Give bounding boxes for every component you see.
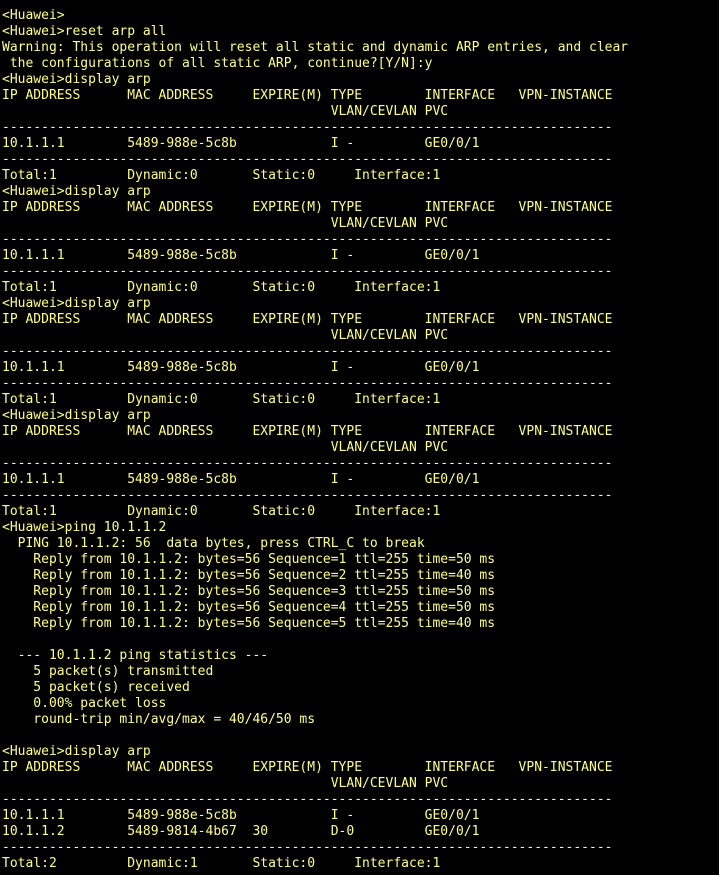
terminal-line: round-trip min/avg/max = 40/46/50 ms [2, 712, 316, 727]
terminal-output[interactable]: <Huawei> <Huawei>reset arp all Warning: Th… [0, 0, 719, 875]
terminal-line: Total:2 Dynamic:1 Static:0 Interface:1 [2, 856, 441, 871]
terminal-line: Reply from 10.1.1.2: bytes=56 Sequence=1… [2, 552, 496, 567]
terminal-line: IP ADDRESS MAC ADDRESS EXPIRE(M) TYPE IN… [2, 200, 613, 215]
terminal-line: ----------------------------------------… [2, 264, 613, 279]
terminal-line: the configurations of all static ARP, co… [2, 56, 433, 71]
terminal-line: <Huawei>ping 10.1.1.2 [2, 520, 167, 535]
terminal-line: 10.1.1.1 5489-988e-5c8b I - GE0/0/1 [2, 808, 480, 823]
terminal-line: VLAN/CEVLAN PVC [2, 216, 449, 231]
terminal-line: Reply from 10.1.1.2: bytes=56 Sequence=4… [2, 600, 496, 615]
terminal-line: Total:1 Dynamic:0 Static:0 Interface:1 [2, 504, 441, 519]
terminal-line: --- 10.1.1.2 ping statistics --- [2, 648, 269, 663]
terminal-line: Total:1 Dynamic:0 Static:0 Interface:1 [2, 168, 441, 183]
terminal-line: 10.1.1.1 5489-988e-5c8b I - GE0/0/1 [2, 360, 480, 375]
terminal-line: VLAN/CEVLAN PVC [2, 776, 449, 791]
terminal-line: <Huawei>display arp [2, 296, 151, 311]
terminal-line: <Huawei>display arp [2, 408, 151, 423]
terminal-line: <Huawei>reset arp all [2, 24, 167, 39]
terminal-line: Reply from 10.1.1.2: bytes=56 Sequence=2… [2, 568, 496, 583]
terminal-line: 5 packet(s) transmitted [2, 664, 214, 679]
terminal-line: Reply from 10.1.1.2: bytes=56 Sequence=5… [2, 616, 496, 631]
terminal-line: 10.1.1.1 5489-988e-5c8b I - GE0/0/1 [2, 472, 480, 487]
terminal-line: IP ADDRESS MAC ADDRESS EXPIRE(M) TYPE IN… [2, 424, 613, 439]
terminal-line: <Huawei>display arp [2, 72, 151, 87]
terminal-line: IP ADDRESS MAC ADDRESS EXPIRE(M) TYPE IN… [2, 88, 613, 103]
terminal-line: <Huawei> [2, 8, 65, 23]
terminal-line: ----------------------------------------… [2, 344, 613, 359]
terminal-line: Warning: This operation will reset all s… [2, 40, 629, 55]
terminal-line: 10.1.1.1 5489-988e-5c8b I - GE0/0/1 [2, 248, 480, 263]
terminal-line: ----------------------------------------… [2, 120, 613, 135]
terminal-line: ----------------------------------------… [2, 456, 613, 471]
terminal-line: VLAN/CEVLAN PVC [2, 328, 449, 343]
terminal-line: ----------------------------------------… [2, 488, 613, 503]
terminal-line: Total:1 Dynamic:0 Static:0 Interface:1 [2, 392, 441, 407]
terminal-line: ----------------------------------------… [2, 232, 613, 247]
terminal-line: VLAN/CEVLAN PVC [2, 104, 449, 119]
terminal-line: IP ADDRESS MAC ADDRESS EXPIRE(M) TYPE IN… [2, 312, 613, 327]
terminal-line: ----------------------------------------… [2, 376, 613, 391]
terminal-line: IP ADDRESS MAC ADDRESS EXPIRE(M) TYPE IN… [2, 760, 613, 775]
terminal-line: ----------------------------------------… [2, 792, 613, 807]
terminal-line: Reply from 10.1.1.2: bytes=56 Sequence=3… [2, 584, 496, 599]
terminal-line: PING 10.1.1.2: 56 data bytes, press CTRL… [2, 536, 425, 551]
terminal-line: Total:1 Dynamic:0 Static:0 Interface:1 [2, 280, 441, 295]
terminal-line: <Huawei>display arp [2, 744, 151, 759]
terminal-line: VLAN/CEVLAN PVC [2, 440, 449, 455]
terminal-line: 10.1.1.1 5489-988e-5c8b I - GE0/0/1 [2, 136, 480, 151]
terminal-line: ----------------------------------------… [2, 152, 613, 167]
terminal-line: <Huawei>display arp [2, 184, 151, 199]
terminal-line: 10.1.1.2 5489-9814-4b67 30 D-0 GE0/0/1 [2, 824, 480, 839]
terminal-line: 5 packet(s) received [2, 680, 190, 695]
terminal-line: ----------------------------------------… [2, 840, 613, 855]
terminal-line: 0.00% packet loss [2, 696, 167, 711]
